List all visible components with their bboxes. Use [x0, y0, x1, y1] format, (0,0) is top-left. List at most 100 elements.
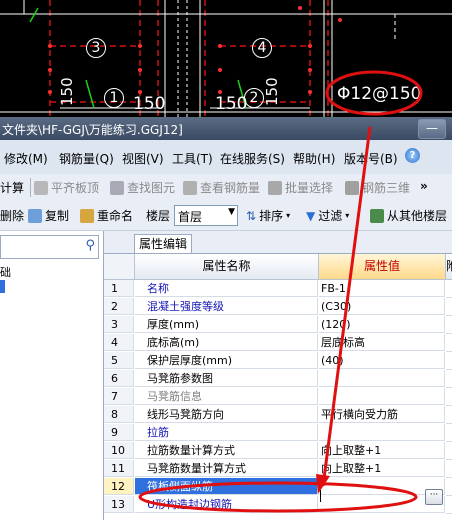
- property-value-cell[interactable]: 向上取整+1: [319, 442, 445, 459]
- batch-select-icon: [268, 180, 282, 195]
- copy-from-other-floor-button[interactable]: 从其他楼层: [370, 207, 447, 224]
- property-row[interactable]: 6 马凳筋参数图: [104, 370, 452, 388]
- property-row[interactable]: 8 线形马凳筋方向 平行横向受力筋: [104, 406, 452, 424]
- property-name-cell[interactable]: 名称: [135, 280, 318, 297]
- menu-help[interactable]: 帮助(H): [293, 150, 335, 167]
- property-row[interactable]: 12 筏板侧面纵筋: [104, 478, 452, 496]
- property-name-cell[interactable]: 马凳筋信息: [135, 388, 318, 405]
- calc-button[interactable]: 计算: [0, 179, 24, 196]
- filter-label: 过滤: [318, 209, 343, 223]
- property-name-cell[interactable]: 马凳筋参数图: [135, 370, 318, 387]
- column-header-value[interactable]: 属性值: [319, 254, 446, 280]
- property-value-cell[interactable]: (120): [319, 316, 445, 333]
- help-icon[interactable]: ?: [405, 148, 420, 163]
- toolbar-overflow-button[interactable]: »: [420, 179, 428, 193]
- menu-rebar-quantity[interactable]: 钢筋量(Q): [59, 150, 114, 167]
- rebar-spec-label: Φ12@150: [337, 84, 422, 104]
- property-extra-cell: [446, 442, 452, 460]
- property-name-cell[interactable]: 混凝土强度等级: [135, 298, 318, 315]
- property-name-cell[interactable]: 拉筋数量计算方式: [135, 442, 318, 459]
- property-row[interactable]: 3 厚度(mm) (120): [104, 316, 452, 334]
- property-row[interactable]: 1 名称 FB-1: [104, 280, 452, 298]
- find-element-button[interactable]: 查找图元: [110, 179, 175, 196]
- tab-property-edit[interactable]: 属性编辑: [134, 234, 193, 253]
- column-header-name[interactable]: 属性名称: [135, 254, 319, 280]
- menu-version[interactable]: 版本号(B): [344, 150, 398, 167]
- menu-view[interactable]: 视图(V): [122, 150, 164, 167]
- text-caret: [320, 490, 321, 502]
- property-row[interactable]: 9 拉筋: [104, 424, 452, 442]
- row-number-header: [104, 254, 135, 280]
- flush-top-icon: [34, 180, 48, 195]
- property-value-cell[interactable]: (40): [319, 352, 445, 369]
- property-name-cell[interactable]: 保护层厚度(mm): [135, 352, 318, 369]
- menu-bar: 修改(M) 钢筋量(Q) 视图(V) 工具(T) 在线服务(S) 帮助(H) 版…: [0, 140, 452, 174]
- property-row[interactable]: 13 U形构造封边钢筋: [104, 496, 452, 514]
- tree-selection-marker: [0, 280, 5, 293]
- property-row[interactable]: 4 底标高(m) 层底标高: [104, 334, 452, 352]
- filter-icon: ▼: [306, 208, 316, 223]
- view-rebar-qty-button[interactable]: 查看钢筋量: [183, 179, 260, 196]
- copy-button[interactable]: 复制: [28, 207, 69, 224]
- property-extra-cell: [446, 334, 452, 352]
- tree-item[interactable]: 础: [0, 264, 11, 280]
- property-row[interactable]: 2 混凝土强度等级 (C30): [104, 298, 452, 316]
- property-value-cell[interactable]: [319, 370, 445, 387]
- property-value-cell[interactable]: [319, 388, 445, 405]
- batch-select-button[interactable]: 批量选择: [268, 179, 333, 196]
- row-number: 12: [104, 478, 134, 495]
- floor-label: 楼层: [146, 209, 171, 223]
- row-number: 13: [104, 496, 134, 513]
- property-grid-header: 属性名称 属性值 附: [104, 254, 452, 280]
- menu-modify[interactable]: 修改(M): [4, 150, 48, 167]
- property-name-cell[interactable]: U形构造封边钢筋: [135, 496, 318, 513]
- property-value-cell[interactable]: 平行横向受力筋: [319, 406, 445, 423]
- ellipsis-button[interactable]: ···: [425, 489, 443, 505]
- tree-search-input[interactable]: ⚲: [0, 235, 99, 259]
- property-extra-cell: [446, 424, 452, 442]
- cad-drawing-area[interactable]: 3 4 1 2 150 150 150 150 Φ12@150: [0, 0, 452, 117]
- property-extra-cell: [446, 406, 452, 424]
- property-name-cell[interactable]: 线形马凳筋方向: [135, 406, 318, 423]
- rename-button[interactable]: 重命名: [80, 207, 133, 224]
- property-row[interactable]: 10 拉筋数量计算方式 向上取整+1: [104, 442, 452, 460]
- sort-button[interactable]: ⇅ 排序 ▾: [246, 207, 290, 224]
- minimize-button[interactable]: —: [418, 119, 446, 139]
- property-row[interactable]: 5 保护层厚度(mm) (40): [104, 352, 452, 370]
- rebar-3d-button[interactable]: 钢筋三维: [345, 179, 410, 196]
- chevron-down-icon: ▾: [286, 211, 291, 220]
- row-number: 11: [104, 460, 134, 477]
- row-number: 2: [104, 298, 134, 315]
- property-name-cell[interactable]: 厚度(mm): [135, 316, 318, 333]
- property-value-cell[interactable]: 向上取整+1: [319, 460, 445, 477]
- rebar-3d-icon: [345, 180, 359, 195]
- property-value-cell[interactable]: FB-1: [319, 280, 445, 297]
- flush-top-button[interactable]: 平齐板顶: [34, 179, 99, 196]
- delete-button[interactable]: 删除: [0, 207, 24, 224]
- property-name-cell[interactable]: 拉筋: [135, 424, 318, 441]
- property-value-cell[interactable]: [319, 424, 445, 441]
- filter-button[interactable]: ▼ 过滤 ▾: [306, 207, 349, 224]
- row-number: 10: [104, 442, 134, 459]
- property-name-cell[interactable]: 底标高(m): [135, 334, 318, 351]
- property-name-cell[interactable]: 马凳筋数量计算方式: [135, 460, 318, 477]
- property-name-cell[interactable]: 筏板侧面纵筋: [135, 478, 318, 495]
- rename-icon: [80, 208, 94, 223]
- menu-tools[interactable]: 工具(T): [172, 150, 213, 167]
- row-number: 6: [104, 370, 134, 387]
- rebar-3d-label: 钢筋三维: [362, 181, 411, 195]
- property-value-cell[interactable]: (C30): [319, 298, 445, 315]
- property-row[interactable]: 11 马凳筋数量计算方式 向上取整+1: [104, 460, 452, 478]
- component-tree-panel: ⚲ 础: [0, 231, 104, 520]
- sort-label: 排序: [259, 209, 284, 223]
- search-icon[interactable]: ⚲: [85, 238, 95, 253]
- floor-select[interactable]: 首层 ▼: [174, 205, 238, 226]
- property-extra-cell: [446, 478, 452, 496]
- window-title: 文件夹\HF-GGJ\万能练习.GGJ12]: [2, 123, 183, 137]
- dimension-label-vertical: 150: [58, 77, 76, 106]
- property-value-cell[interactable]: 层底标高: [319, 334, 445, 351]
- column-header-extra[interactable]: 附: [446, 254, 452, 280]
- row-number: 5: [104, 352, 134, 369]
- property-row[interactable]: 7 马凳筋信息: [104, 388, 452, 406]
- menu-online-service[interactable]: 在线服务(S): [220, 150, 285, 167]
